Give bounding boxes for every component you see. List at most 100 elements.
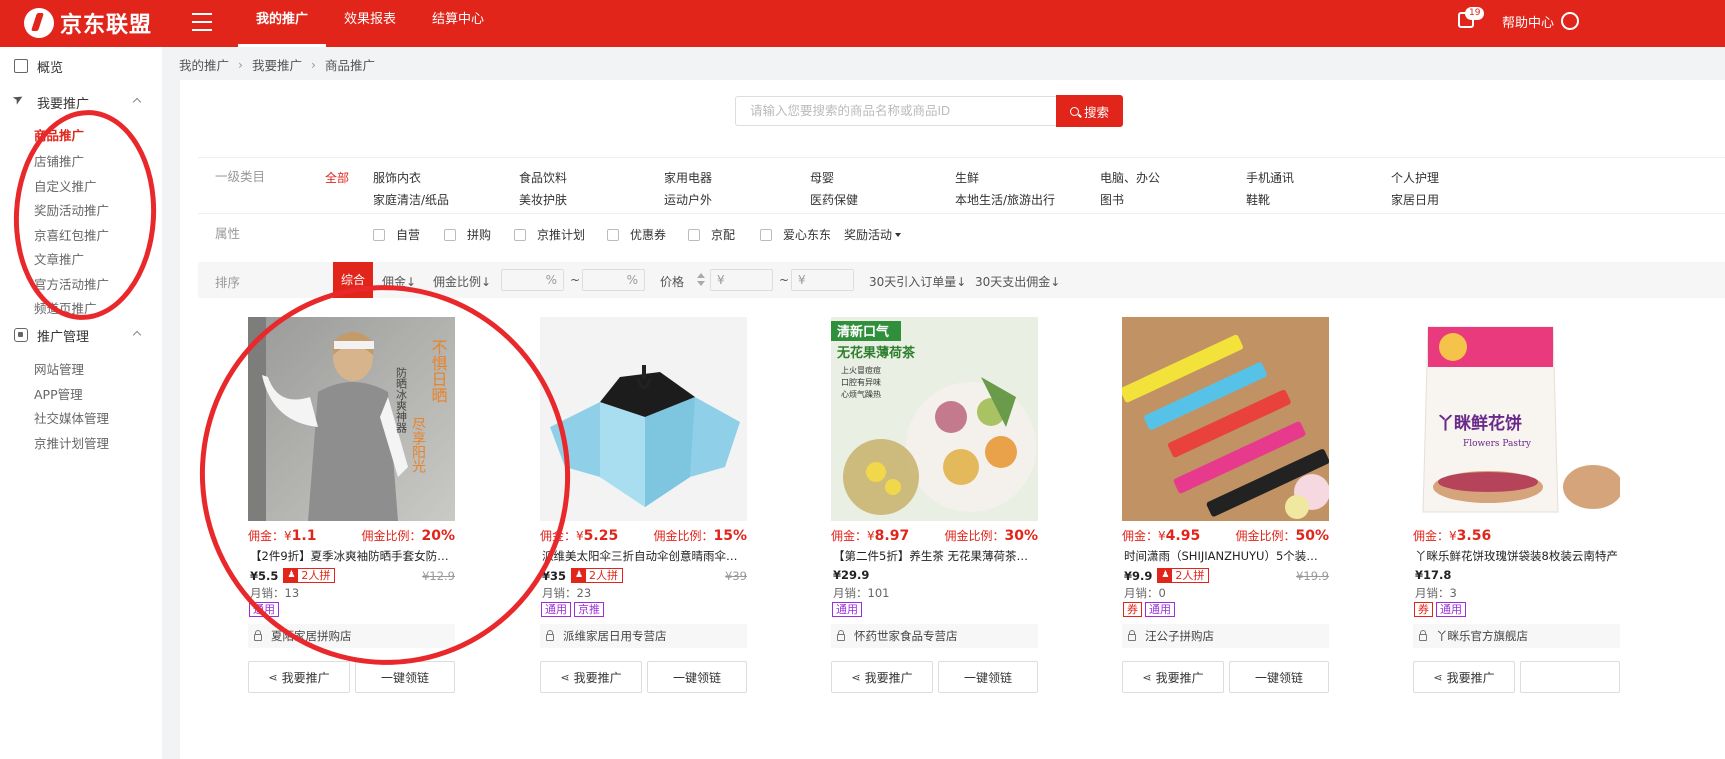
sidebar-item-product-promotion[interactable]: 商品推广 — [34, 125, 84, 144]
attr-group-buy[interactable]: 拼购 — [444, 226, 491, 243]
ratio-max-input[interactable]: % — [582, 269, 645, 291]
category-item[interactable]: 医药保健 — [810, 191, 858, 208]
product-image[interactable]: 清新口气 无花果薄荷茶 上火冒痘痘 口腔有异味 心烦气躁热 — [831, 317, 1038, 521]
shop-link[interactable]: 丫眯乐官方旗舰店 — [1413, 624, 1620, 648]
category-item[interactable]: 手机通讯 — [1246, 169, 1294, 186]
price-max-input[interactable]: ¥ — [791, 269, 854, 291]
product-image[interactable]: 丫眯鲜花饼 Flowers Pastry — [1413, 317, 1620, 521]
category-item[interactable]: 美妆护肤 — [519, 191, 567, 208]
sort-comprehensive[interactable]: 综合 — [333, 262, 373, 298]
attr-coupon[interactable]: 优惠券 — [607, 226, 666, 243]
promote-button[interactable]: ⋖ 我要推广 — [831, 661, 933, 693]
category-item[interactable]: 鞋靴 — [1246, 191, 1270, 208]
category-item[interactable]: 家用电器 — [664, 169, 712, 186]
menu-toggle-icon[interactable] — [192, 13, 212, 31]
sort-commission[interactable]: 佣金↓ — [382, 273, 416, 290]
sort-30d-commission[interactable]: 30天支出佣金↓ — [975, 273, 1060, 290]
category-item[interactable]: 本地生活/旅游出行 — [955, 191, 1055, 208]
promote-button[interactable]: ⋖ 我要推广 — [1413, 661, 1515, 693]
promote-button[interactable]: ⋖ 我要推广 — [540, 661, 642, 693]
get-link-button[interactable]: 一键领链 — [938, 661, 1038, 693]
user-avatar-icon[interactable] — [1561, 12, 1579, 30]
breadcrumb-separator-icon: › — [311, 57, 317, 72]
search-button[interactable]: 搜索 — [1056, 95, 1123, 127]
sort-arrows-icon[interactable] — [697, 273, 705, 287]
commission-ratio: 佣金比例：15% — [653, 528, 747, 544]
product-image[interactable]: 不惧日晒 尽享阳光 防晒冰爽神器 — [248, 317, 455, 521]
sidebar-item-jingxi-redpacket[interactable]: 京喜红包推广 — [34, 225, 109, 244]
attr-self-operated[interactable]: 自营 — [373, 226, 420, 243]
monthly-sales: 月销：23 — [542, 586, 592, 600]
checkbox[interactable] — [760, 228, 772, 241]
sidebar-item-shop-promotion[interactable]: 店铺推广 — [34, 151, 84, 170]
sidebar-item-channel-page[interactable]: 频道页推广 — [34, 298, 97, 317]
category-item[interactable]: 运动户外 — [664, 191, 712, 208]
category-item[interactable]: 电脑、办公 — [1100, 169, 1160, 186]
category-item[interactable]: 图书 — [1100, 191, 1124, 208]
category-item[interactable]: 母婴 — [810, 169, 834, 186]
category-item[interactable]: 服饰内衣 — [373, 169, 421, 186]
sidebar-overview[interactable]: 概览 — [0, 54, 162, 78]
attr-charity[interactable]: 爱心东东 — [760, 226, 831, 243]
tag-coupon: 券 — [1123, 602, 1142, 617]
get-link-button[interactable]: 一键领链 — [355, 661, 455, 693]
product-title[interactable]: 丫眯乐鲜花饼玫瑰饼袋装8枚装云南特产 — [1415, 548, 1620, 564]
sidebar-item-official-activity[interactable]: 官方活动推广 — [34, 274, 109, 293]
search-input[interactable] — [735, 96, 1057, 126]
sort-30d-orders[interactable]: 30天引入订单量↓ — [869, 273, 966, 290]
promote-button[interactable]: ⋖ 我要推广 — [248, 661, 350, 693]
get-link-button[interactable] — [1520, 661, 1620, 693]
nav-effect-report[interactable]: 效果报表 — [326, 0, 414, 47]
manage-icon — [14, 328, 28, 342]
checkbox[interactable] — [607, 228, 619, 241]
attr-jd-delivery[interactable]: 京配 — [688, 226, 735, 243]
help-center-link[interactable]: 帮助中心 — [1502, 12, 1554, 31]
product-title[interactable]: 时间潇雨（SHIJIANZHUYU）5个装驱蚊手环儿童成人 — [1124, 548, 1329, 564]
get-link-button[interactable]: 一键领链 — [647, 661, 747, 693]
shop-link[interactable]: 夏陌家居拼购店 — [248, 624, 455, 648]
price-min-input[interactable]: ¥ — [710, 269, 773, 291]
category-item[interactable]: 家居日用 — [1391, 191, 1439, 208]
checkbox[interactable] — [688, 228, 700, 241]
category-item[interactable]: 食品饮料 — [519, 169, 567, 186]
product-image[interactable] — [1122, 317, 1329, 521]
sidebar-section-promote[interactable]: 我要推广 — [0, 90, 162, 114]
jd-union-logo[interactable]: 京东联盟 — [24, 7, 152, 39]
checkbox[interactable] — [444, 228, 456, 241]
category-item[interactable]: 生鲜 — [955, 169, 979, 186]
sidebar-item-app-manage[interactable]: APP管理 — [34, 384, 83, 403]
get-link-button[interactable]: 一键领链 — [1229, 661, 1329, 693]
product-title[interactable]: 【2件9折】夏季冰爽袖防晒手套女防紫外线冰丝袖套 — [250, 548, 455, 564]
product-title[interactable]: 派维美太阳伞三折自动伞创意晴雨伞黑胶防晒遮阳伞 — [542, 548, 747, 564]
shop-link[interactable]: 派维家居日用专营店 — [540, 624, 747, 648]
sidebar-item-custom-promotion[interactable]: 自定义推广 — [34, 176, 97, 195]
sidebar-section-manage[interactable]: 推广管理 — [0, 323, 162, 347]
nav-my-promotion[interactable]: 我的推广 — [238, 0, 327, 47]
sidebar-item-social-manage[interactable]: 社交媒体管理 — [34, 408, 109, 427]
reward-activity-dropdown[interactable]: 奖励活动 — [844, 226, 902, 243]
nav-settlement-center[interactable]: 结算中心 — [414, 0, 502, 47]
sidebar-section-promote-label: 我要推广 — [37, 96, 90, 112]
top-bar: 京东联盟 我的推广 效果报表 结算中心 19 帮助中心 — [0, 0, 1725, 47]
attr-jingtui-plan[interactable]: 京推计划 — [514, 226, 585, 243]
promote-button[interactable]: ⋖ 我要推广 — [1122, 661, 1224, 693]
sidebar-item-reward-promotion[interactable]: 奖励活动推广 — [34, 200, 109, 219]
product-title[interactable]: 【第二件5折】养生茶 无花果薄荷茶去口气清新花草茶 — [833, 548, 1038, 564]
breadcrumb-promote[interactable]: 我要推广 — [252, 55, 302, 74]
shop-icon — [546, 630, 554, 641]
sidebar-item-article-promotion[interactable]: 文章推广 — [34, 249, 84, 268]
product-image[interactable] — [540, 317, 747, 521]
category-item[interactable]: 家庭清洁/纸品 — [373, 191, 449, 208]
breadcrumb-my-promotion[interactable]: 我的推广 — [179, 55, 229, 74]
checkbox[interactable] — [514, 228, 526, 241]
category-item[interactable]: 个人护理 — [1391, 169, 1439, 186]
sort-commission-ratio[interactable]: 佣金比例↓ — [433, 273, 491, 290]
sidebar-item-site-manage[interactable]: 网站管理 — [34, 359, 84, 378]
checkbox[interactable] — [373, 228, 385, 241]
shop-link[interactable]: 怀药世家食品专营店 — [831, 624, 1038, 648]
sidebar-item-jingtui-manage[interactable]: 京推计划管理 — [34, 433, 109, 452]
category-all[interactable]: 全部 — [325, 169, 349, 186]
shop-link[interactable]: 汪公子拼购店 — [1122, 624, 1329, 648]
ratio-min-input[interactable]: % — [501, 269, 564, 291]
monitor-icon — [14, 59, 28, 73]
